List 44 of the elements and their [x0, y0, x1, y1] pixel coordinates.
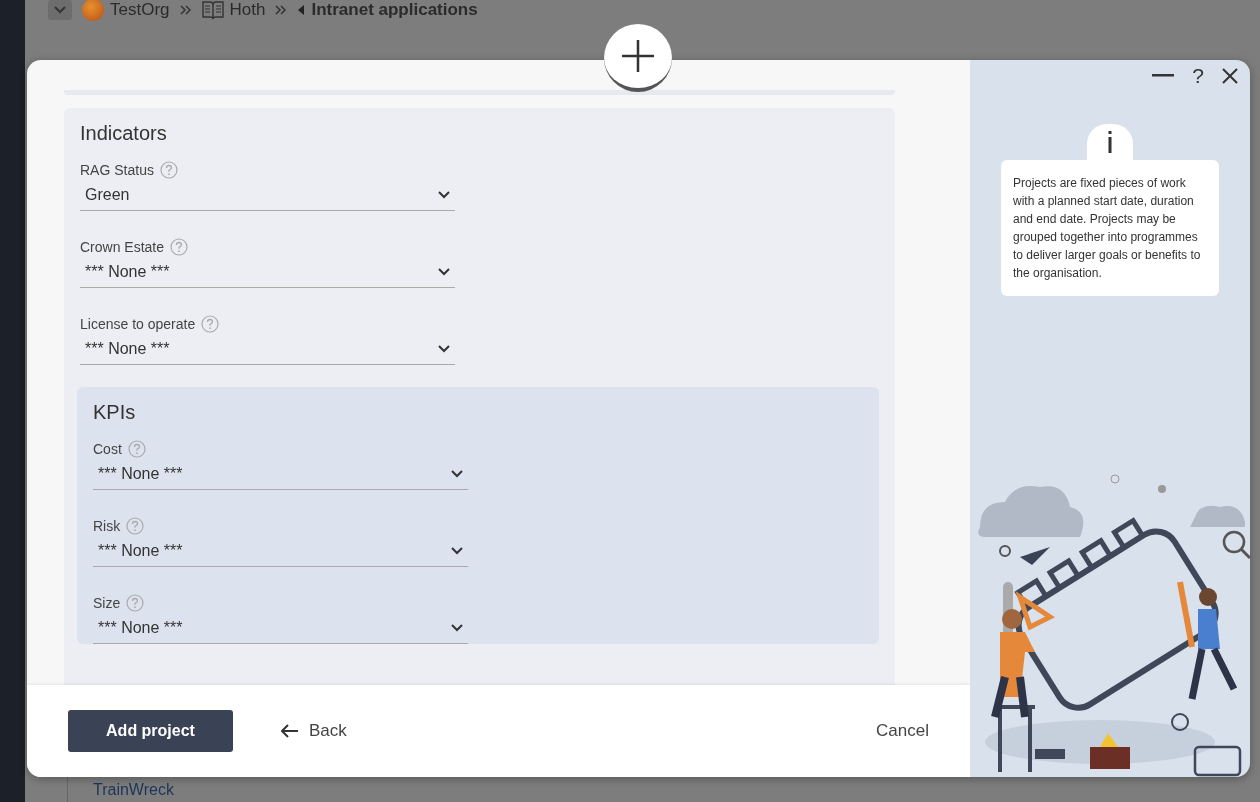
book-icon — [201, 0, 224, 20]
field-label: RAG Status — [80, 162, 154, 178]
info-text: Projects are fixed pieces of work with a planned start date, duration and end date. Projects may be grouped together into programmes to deliver larger goals or benefits to the organisation. — [1001, 160, 1219, 296]
help-icon[interactable] — [126, 517, 145, 535]
select-field[interactable]: Green — [80, 180, 455, 211]
arrow-left-icon — [281, 724, 299, 738]
add-project-button[interactable]: Add project — [68, 710, 233, 752]
select-field[interactable]: *** None *** — [80, 257, 455, 288]
select-field[interactable]: *** None *** — [80, 334, 455, 365]
info-icon — [1107, 131, 1113, 153]
plus-icon — [622, 40, 654, 72]
back-button[interactable]: Back — [275, 720, 353, 742]
section-title: KPIs — [93, 401, 137, 424]
field-label: Risk — [93, 518, 121, 534]
chevron-down-icon — [451, 470, 463, 478]
breadcrumb-link[interactable]: TestOrg — [110, 0, 170, 20]
help-icon[interactable] — [201, 315, 220, 333]
cancel-button[interactable]: Cancel — [876, 721, 929, 741]
chevron-down-icon — [438, 268, 450, 276]
field-label: Cost — [93, 441, 122, 457]
help-button[interactable]: ? — [1192, 64, 1204, 88]
double-chevron-icon — [179, 5, 192, 15]
select-field[interactable]: *** None *** — [93, 613, 468, 644]
help-icon[interactable] — [127, 440, 146, 458]
chevron-down-icon — [438, 345, 450, 353]
chevron-down-icon — [451, 624, 463, 632]
field-label: Crown Estate — [80, 239, 165, 255]
close-icon[interactable] — [1222, 68, 1238, 84]
dropdown-toggle[interactable] — [48, 0, 72, 20]
double-chevron-icon — [275, 5, 288, 15]
field-label: License to operate — [80, 316, 196, 332]
chevron-down-icon — [54, 6, 66, 14]
select-field[interactable]: *** None *** — [93, 459, 468, 490]
help-icon[interactable] — [159, 161, 178, 179]
minimize-icon[interactable] — [1152, 74, 1175, 78]
caret-left-icon — [297, 5, 306, 15]
help-icon[interactable] — [170, 238, 189, 256]
chevron-down-icon — [438, 191, 450, 199]
select-field[interactable]: *** None *** — [93, 536, 468, 567]
chevron-down-icon — [451, 547, 463, 555]
help-icon[interactable] — [126, 594, 145, 612]
org-logo-icon — [82, 0, 104, 21]
section-title: Indicators — [80, 122, 168, 145]
field-label: Size — [93, 595, 121, 611]
